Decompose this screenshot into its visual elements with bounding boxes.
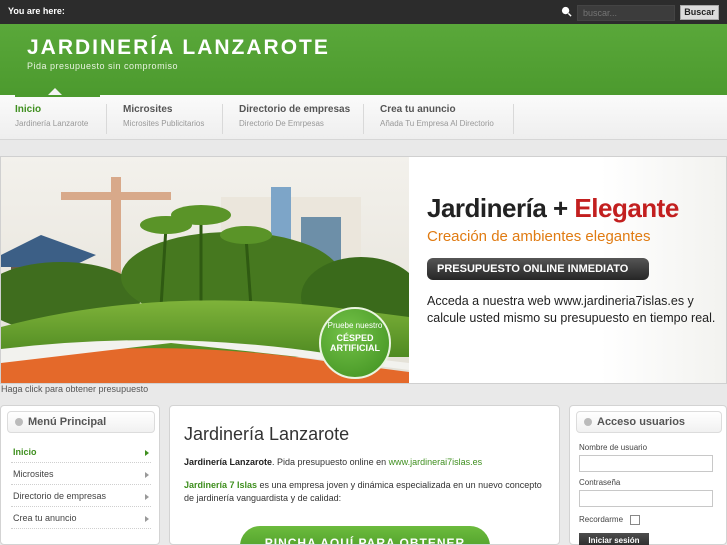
login-box: Acceso usuarios Nombre de usuario Contra… [569, 405, 727, 545]
search-button[interactable]: Buscar [680, 5, 719, 20]
menu-item-crea-anuncio[interactable]: Crea tu anuncio [11, 508, 151, 529]
menu-item-label: Directorio de empresas [13, 491, 107, 501]
search-input[interactable] [577, 5, 675, 21]
company-link[interactable]: Jardinería 7 Islas [184, 480, 257, 490]
banner-pill: PRESUPUESTO ONLINE INMEDIATO [427, 258, 649, 280]
username-input[interactable] [579, 455, 713, 472]
main-menu-title: Menú Principal [28, 416, 107, 428]
password-label: Contraseña [579, 478, 621, 487]
menu-item-inicio[interactable]: Inicio [11, 442, 151, 463]
remember-checkbox[interactable] [630, 515, 640, 525]
main-menu-header: Menú Principal [7, 411, 155, 433]
search-icon [561, 6, 572, 17]
banner-text-panel: Jardinería + Elegante Creación de ambien… [409, 157, 726, 383]
login-bullet-icon [584, 418, 592, 426]
nav-item-sub: Directorio De Emrpesas [239, 119, 324, 128]
menu-item-microsites[interactable]: Microsites [11, 464, 151, 485]
cesped-badge[interactable]: Pruebe nuestro CÉSPED ARTIFICIAL [319, 307, 391, 379]
website-link[interactable]: www.jardinerai7islas.es [389, 457, 483, 467]
content-title: Jardinería Lanzarote [184, 424, 350, 444]
top-bar: You are here: Buscar [0, 0, 727, 24]
quote-cta-button[interactable]: PINCHA AQUÍ PARA OBTENER [240, 526, 490, 544]
site-subtitle: Pida presupuesto sin compromiso [27, 61, 179, 71]
nav-item-directorio[interactable]: Directorio de empresas Directorio De Emr… [239, 104, 364, 134]
menu-item-directorio[interactable]: Directorio de empresas [11, 486, 151, 507]
nav-item-label: Microsites [123, 104, 173, 115]
menu-bullet-icon [15, 418, 23, 426]
chevron-right-icon [145, 472, 149, 478]
nav-item-microsites[interactable]: Microsites Microsites Publicitarios [123, 104, 223, 134]
username-label: Nombre de usuario [579, 443, 648, 452]
nav-item-label: Inicio [15, 104, 42, 115]
main-nav: Inicio Jardinería Lanzarote Microsites M… [0, 95, 727, 140]
badge-line1: Pruebe nuestro [327, 321, 383, 330]
login-title: Acceso usuarios [597, 416, 686, 428]
menu-item-label: Inicio [13, 447, 37, 457]
main-menu-box: Menú Principal Inicio Microsites Directo… [0, 405, 160, 545]
nav-item-label: Crea tu anuncio [380, 104, 456, 115]
banner-headline: Jardinería + Elegante [427, 193, 679, 223]
login-header: Acceso usuarios [576, 411, 722, 433]
nav-item-crea-anuncio[interactable]: Crea tu anuncio Añada Tu Empresa Al Dire… [380, 104, 514, 134]
content-paragraph: Jardinería 7 Islas es una empresa joven … [184, 480, 542, 503]
banner-caption: Haga click para obtener presupuesto [1, 384, 149, 394]
promo-banner[interactable]: Jardinería + Elegante Creación de ambien… [0, 156, 727, 384]
banner-description: Acceda a nuestra web www.jardineria7isla… [427, 294, 716, 325]
remember-label: Recordarme [579, 515, 624, 524]
breadcrumb-label: You are here: [8, 6, 65, 16]
password-input[interactable] [579, 490, 713, 507]
chevron-right-icon [145, 450, 149, 456]
nav-item-inicio[interactable]: Inicio Jardinería Lanzarote [15, 95, 107, 134]
nav-item-sub: Microsites Publicitarios [123, 119, 205, 128]
site-title[interactable]: JARDINERÍA LANZAROTE [27, 36, 330, 60]
site-header: JARDINERÍA LANZAROTE Pida presupuesto si… [0, 24, 727, 95]
banner-tagline: Creación de ambientes elegantes [427, 228, 651, 245]
menu-item-label: Microsites [13, 469, 54, 479]
active-nav-indicator [48, 88, 62, 95]
chevron-right-icon [145, 494, 149, 500]
main-content: Jardinería Lanzarote Jardinería Lanzarot… [169, 405, 560, 545]
content-intro: Jardinería Lanzarote. Pida presupuesto o… [184, 457, 483, 467]
nav-item-sub: Añada Tu Empresa Al Directorio [380, 119, 494, 128]
nav-item-label: Directorio de empresas [239, 104, 351, 115]
login-button[interactable]: Iniciar sesión [579, 533, 649, 545]
chevron-right-icon [145, 516, 149, 522]
nav-item-sub: Jardinería Lanzarote [15, 119, 89, 128]
menu-item-label: Crea tu anuncio [13, 513, 77, 523]
badge-line2: CÉSPED ARTIFICIAL [330, 333, 380, 353]
